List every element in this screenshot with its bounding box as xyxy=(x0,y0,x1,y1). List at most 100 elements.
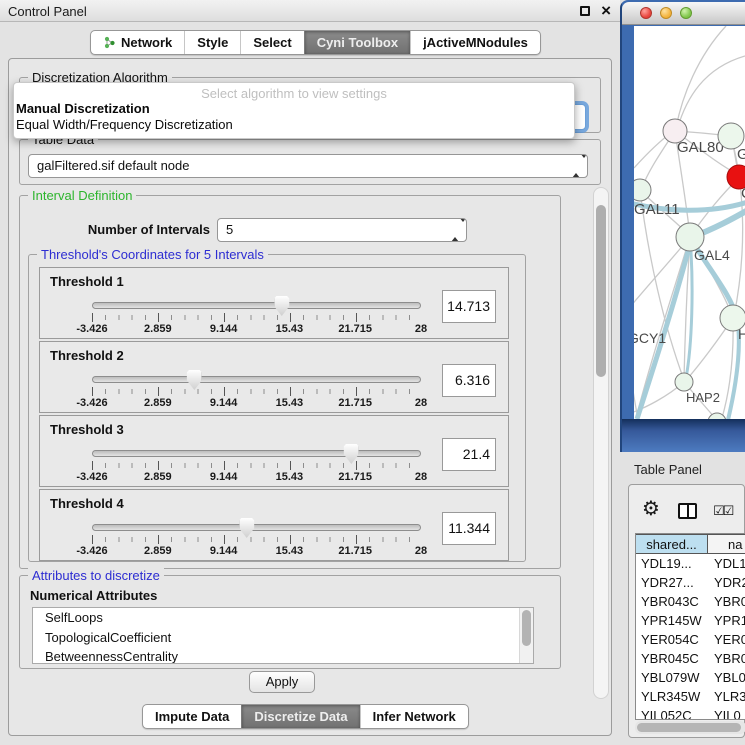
table-horizontal-scrollbar[interactable] xyxy=(635,721,745,734)
column-header-shared-name[interactable]: shared... xyxy=(636,535,708,553)
algorithm-dropdown-popup: Select algorithm to view settings Manual… xyxy=(13,82,575,139)
zoom-traffic-light-icon[interactable] xyxy=(680,7,692,19)
table-cell[interactable]: YBL079W xyxy=(636,668,708,687)
float-window-icon[interactable] xyxy=(580,6,590,16)
tick-label: 21.715 xyxy=(338,397,372,409)
threshold-4-value-field[interactable]: 11.344 xyxy=(442,512,496,545)
threshold-3-value-field[interactable]: 21.4 xyxy=(442,438,496,471)
list-scrollbar[interactable] xyxy=(519,608,533,663)
table-cell[interactable]: YDR27... xyxy=(636,573,708,592)
table-data-combobox[interactable]: galFiltered.sif default node xyxy=(28,154,588,178)
slider-tick-labels: -3.4262.8599.14415.4321.71528 xyxy=(92,323,421,336)
tab-cyni-toolbox[interactable]: Cyni Toolbox xyxy=(304,31,410,54)
network-window-titlebar[interactable] xyxy=(622,2,745,25)
node-label: GAL80 xyxy=(677,139,724,156)
tab-label: Style xyxy=(197,35,228,50)
group-title: Attributes to discretize xyxy=(28,568,164,583)
tab-label: Infer Network xyxy=(373,709,456,724)
numerical-attributes-list[interactable]: SelfLoopsTopologicalCoefficientBetweenne… xyxy=(32,607,534,664)
table-cell[interactable]: YDL19... xyxy=(636,554,708,573)
node-label: C xyxy=(741,185,745,202)
numerical-attributes-label: Numerical Attributes xyxy=(30,588,157,603)
tick-label: 21.715 xyxy=(338,471,372,483)
list-item[interactable]: TopologicalCoefficient xyxy=(33,628,533,648)
table-row[interactable]: YER054CYER0 xyxy=(636,630,745,649)
table-cell[interactable]: YBR043C xyxy=(636,592,708,611)
list-item[interactable]: SelfLoops xyxy=(33,608,533,628)
threshold-4-panel: Threshold 4 -3.4262.8599.14415.4321.7152… xyxy=(39,489,509,561)
table-row[interactable]: YBR043CYBR0 xyxy=(636,592,745,611)
threshold-4-slider[interactable] xyxy=(92,524,421,531)
group-title: Threshold's Coordinates for 5 Intervals xyxy=(37,247,268,262)
tab-label: Cyni Toolbox xyxy=(317,35,398,50)
tab-jactivemnodules[interactable]: jActiveMNodules xyxy=(410,31,540,54)
threshold-1-value-field[interactable]: 14.713 xyxy=(442,290,496,323)
table-cell[interactable]: YBR0 xyxy=(708,649,745,668)
scrollbar-thumb[interactable] xyxy=(596,205,606,377)
threshold-3-slider[interactable] xyxy=(92,450,421,457)
tick-label: 28 xyxy=(415,397,427,409)
table-cell[interactable]: YIL052C xyxy=(636,706,708,720)
column-checkbox-icons[interactable]: ☑☑ xyxy=(713,503,732,519)
table-row[interactable]: YDL19...YDL1 xyxy=(636,554,745,573)
number-of-intervals-combobox[interactable]: 5 xyxy=(217,218,467,242)
tab-style[interactable]: Style xyxy=(184,31,240,54)
slider-tick-labels: -3.4262.8599.14415.4321.71528 xyxy=(92,545,421,558)
close-traffic-light-icon[interactable] xyxy=(640,7,652,19)
dropdown-option-equal-width[interactable]: Equal Width/Frequency Discretization xyxy=(14,117,574,133)
close-icon[interactable]: × xyxy=(601,0,611,22)
threshold-2-value-field[interactable]: 6.316 xyxy=(442,364,496,397)
table-cell[interactable]: YER054C xyxy=(636,630,708,649)
table-cell[interactable]: YBR0 xyxy=(708,592,745,611)
table-cell[interactable]: YER0 xyxy=(708,630,745,649)
network-canvas[interactable]: GAL80GCGAL11GAL4GCY1HHAP2 xyxy=(634,26,745,419)
tick-label: 2.859 xyxy=(144,323,172,335)
table-cell[interactable]: YDR2 xyxy=(708,573,745,592)
scrollbar-thumb[interactable] xyxy=(637,723,741,732)
list-item[interactable]: BetweennessCentrality xyxy=(33,647,533,664)
control-panel: Control Panel × Network Style Select Cyn… xyxy=(0,0,620,745)
table-cell[interactable]: YDL1 xyxy=(708,554,745,573)
tab-select[interactable]: Select xyxy=(240,31,303,54)
tick-label: 21.715 xyxy=(338,545,372,557)
table-cell[interactable]: YBR045C xyxy=(636,649,708,668)
tab-discretize-data[interactable]: Discretize Data xyxy=(241,705,359,728)
thresholds-coordinates-group: Threshold's Coordinates for 5 Intervals … xyxy=(28,254,526,562)
cyni-toolbox-panel: Discretization Algorithm Select algorith… xyxy=(8,58,612,736)
table-cell[interactable]: YIL0 xyxy=(708,706,745,720)
network-node[interactable] xyxy=(634,179,651,201)
table-row[interactable]: YDR27...YDR2 xyxy=(636,573,745,592)
dropdown-hint: Select algorithm to view settings xyxy=(14,86,574,101)
threshold-1-slider[interactable] xyxy=(92,302,421,309)
table-cell[interactable]: YPR145W xyxy=(636,611,708,630)
control-panel-scrollbar[interactable] xyxy=(593,187,609,699)
scrollbar-thumb[interactable] xyxy=(522,610,531,646)
tab-network[interactable]: Network xyxy=(91,31,184,54)
control-panel-titlebar: Control Panel × xyxy=(0,0,620,22)
threshold-2-slider[interactable] xyxy=(92,376,421,383)
apply-button[interactable]: Apply xyxy=(249,671,315,693)
tick-label: 28 xyxy=(415,471,427,483)
split-view-icon[interactable] xyxy=(678,503,697,519)
table-row[interactable]: YBR045CYBR0 xyxy=(636,649,745,668)
dropdown-option-manual-discretization[interactable]: Manual Discretization xyxy=(14,101,574,117)
gear-icon[interactable]: ⚙ xyxy=(642,498,660,520)
table-row[interactable]: YLR345WYLR3 xyxy=(636,687,745,706)
minimize-traffic-light-icon[interactable] xyxy=(660,7,672,19)
table-cell[interactable]: YBL0 xyxy=(708,668,745,687)
network-tab-icon xyxy=(103,36,116,49)
table-cell[interactable]: YLR345W xyxy=(636,687,708,706)
table-cell[interactable]: YPR1 xyxy=(708,611,745,630)
table-cell[interactable]: YLR3 xyxy=(708,687,745,706)
network-node[interactable] xyxy=(675,373,693,391)
threshold-2-panel: Threshold 2 -3.4262.8599.14415.4321.7152… xyxy=(39,341,509,413)
column-header-name[interactable]: na xyxy=(708,535,745,553)
table-row[interactable]: YPR145WYPR1 xyxy=(636,611,745,630)
tick-label: 28 xyxy=(415,545,427,557)
panel-title: Control Panel xyxy=(8,4,87,19)
table-row[interactable]: YBL079WYBL0 xyxy=(636,668,745,687)
tab-impute-data[interactable]: Impute Data xyxy=(143,705,241,728)
table-header-row: shared... na xyxy=(636,534,745,554)
table-row[interactable]: YIL052CYIL0 xyxy=(636,706,745,720)
tab-infer-network[interactable]: Infer Network xyxy=(360,705,468,728)
